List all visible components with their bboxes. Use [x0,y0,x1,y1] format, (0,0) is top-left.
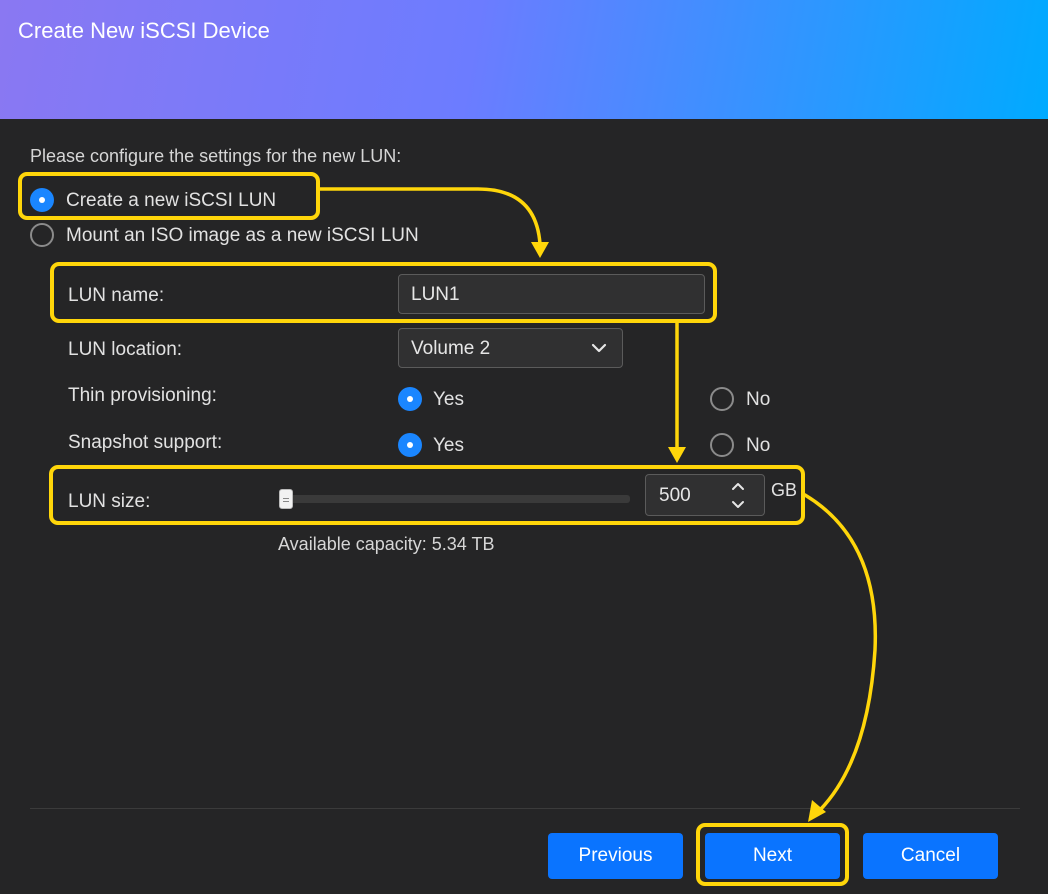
arrowhead-name [531,242,549,258]
arrow-size-to-next [803,493,878,812]
arrowhead-size [668,447,686,463]
annotation-arrows [318,187,878,822]
arrowhead-next [808,800,826,822]
arrow-create-to-name [318,187,542,246]
